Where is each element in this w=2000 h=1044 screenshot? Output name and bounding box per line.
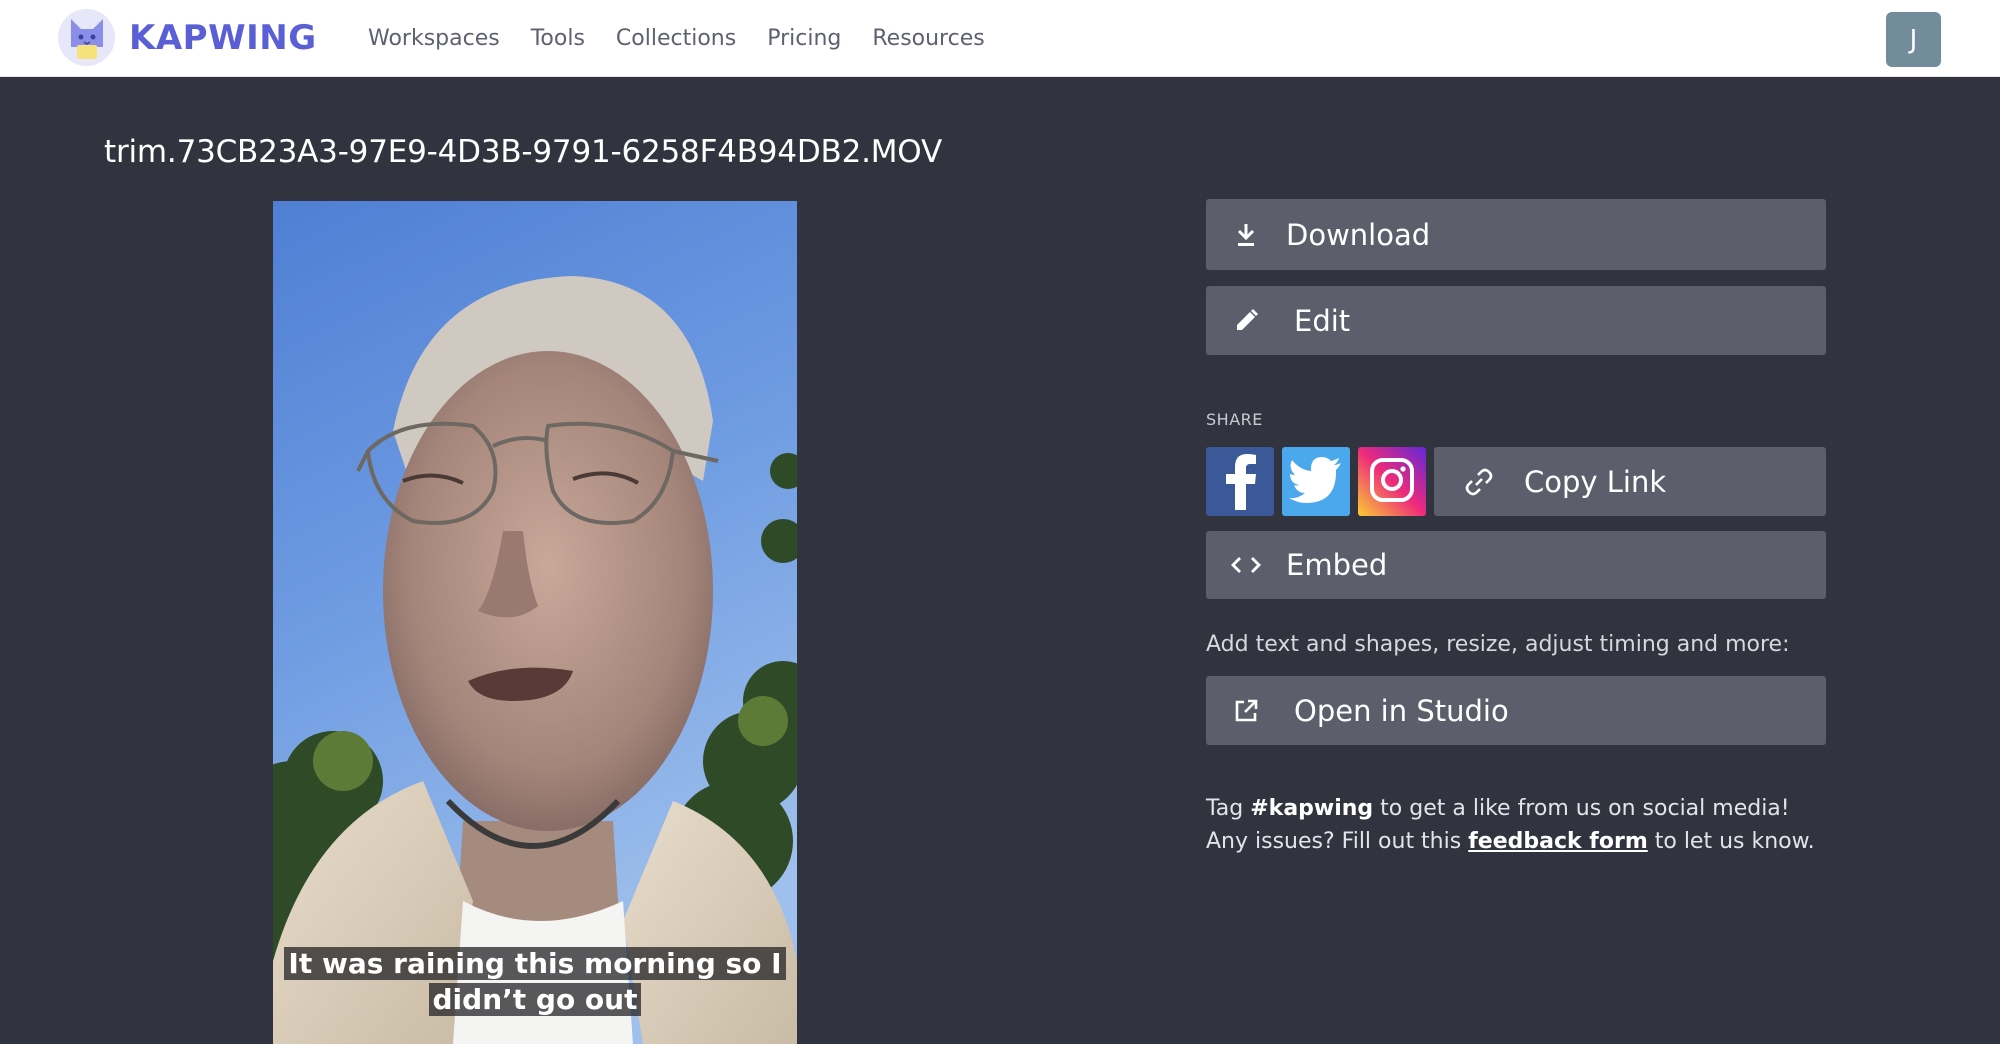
kapwing-cat-logo-icon	[58, 9, 115, 66]
twitter-share-button[interactable]	[1282, 447, 1350, 516]
feedback-form-link[interactable]: feedback form	[1468, 829, 1648, 854]
video-preview[interactable]: It was raining this morning so I didn’t …	[273, 201, 797, 1044]
nav-workspaces[interactable]: Workspaces	[368, 24, 500, 54]
code-brackets-icon	[1206, 554, 1286, 576]
facebook-share-button[interactable]	[1206, 447, 1274, 516]
caption-line-2: didn’t go out	[428, 983, 642, 1016]
edit-label: Edit	[1294, 303, 1351, 338]
caption-line-1: It was raining this morning so I	[284, 947, 786, 980]
kapwing-hashtag: #kapwing	[1250, 796, 1374, 821]
video-frame-image	[273, 201, 797, 1044]
facebook-icon	[1220, 450, 1260, 514]
nav-tools[interactable]: Tools	[531, 24, 585, 54]
brand-name: KAPWING	[129, 17, 317, 58]
kapwing-logo[interactable]: KAPWING	[58, 9, 317, 66]
download-icon	[1206, 221, 1286, 249]
instagram-share-button[interactable]	[1358, 447, 1426, 516]
twitter-bird-icon	[1289, 456, 1343, 507]
embed-button[interactable]: Embed	[1206, 531, 1826, 599]
nav-links: Workspaces Tools Collections Pricing Res…	[368, 24, 1016, 54]
open-in-studio-button[interactable]: Open in Studio	[1206, 676, 1826, 745]
nav-collections[interactable]: Collections	[616, 24, 736, 54]
copy-link-label: Copy Link	[1524, 464, 1667, 499]
download-button[interactable]: Download	[1206, 199, 1826, 270]
embed-label: Embed	[1286, 548, 1388, 582]
edit-button[interactable]: Edit	[1206, 286, 1826, 355]
external-link-icon	[1206, 698, 1286, 724]
user-avatar[interactable]: J	[1886, 12, 1941, 67]
video-caption: It was raining this morning so I didn’t …	[273, 946, 797, 1018]
nav-pricing[interactable]: Pricing	[767, 24, 841, 54]
copy-link-button[interactable]: Copy Link	[1434, 447, 1826, 516]
studio-hint: Add text and shapes, resize, adjust timi…	[1206, 632, 1790, 657]
pencil-icon	[1206, 308, 1286, 334]
tagline: Tag #kapwing to get a like from us on so…	[1206, 792, 1826, 858]
open-in-studio-label: Open in Studio	[1294, 693, 1509, 728]
share-label: SHARE	[1206, 410, 1263, 429]
tagline-text-1: Tag	[1206, 796, 1251, 821]
file-title: trim.73CB23A3-97E9-4D3B-9791-6258F4B94DB…	[104, 134, 942, 170]
link-icon	[1434, 466, 1524, 498]
nav-resources[interactable]: Resources	[872, 24, 984, 54]
instagram-icon	[1368, 456, 1416, 508]
top-nav: KAPWING Workspaces Tools Collections Pri…	[0, 0, 2000, 77]
tagline-text-3: to let us know.	[1647, 829, 1815, 854]
download-label: Download	[1286, 217, 1431, 252]
